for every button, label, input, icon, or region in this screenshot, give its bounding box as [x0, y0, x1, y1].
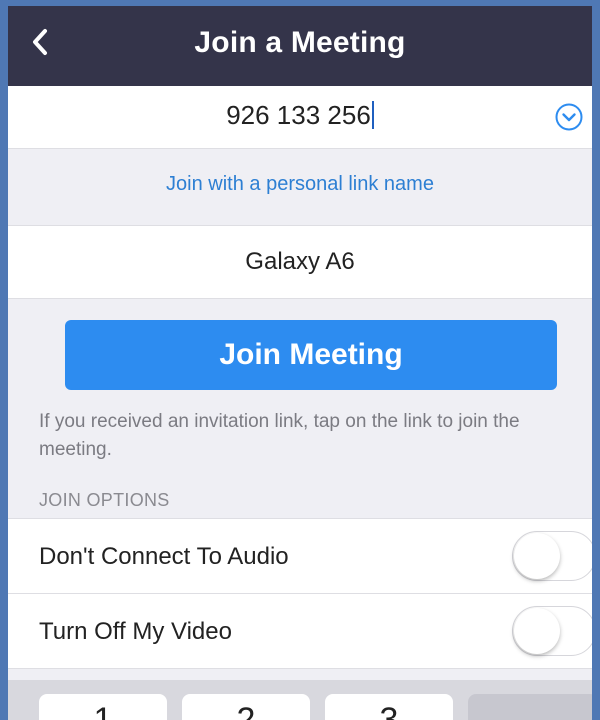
keypad-key-dash[interactable]: — [468, 694, 592, 720]
chevron-down-circle-icon [555, 103, 583, 131]
meeting-history-dropdown-button[interactable] [554, 102, 584, 132]
option-turn-off-video: Turn Off My Video [8, 593, 592, 668]
turn-off-video-toggle[interactable] [512, 606, 592, 656]
invitation-hint-text: If you received an invitation link, tap … [39, 411, 520, 460]
join-with-personal-link-button[interactable]: Join with a personal link name [8, 173, 592, 196]
join-options-list: Don't Connect To Audio Turn Off My Video [8, 518, 592, 669]
option-label: Turn Off My Video [39, 618, 232, 645]
keypad-key-1[interactable]: 1 [39, 694, 167, 720]
personal-link-row: Join with a personal link name [8, 149, 592, 226]
screen-name-field[interactable]: Galaxy A6 [8, 226, 592, 299]
app-frame: Join a Meeting 926 133 256 Join with a p… [0, 0, 600, 720]
keypad-key-2[interactable]: 2 [182, 694, 310, 720]
toggle-knob [514, 608, 560, 654]
option-label: Don't Connect To Audio [39, 543, 289, 570]
join-meeting-button[interactable]: Join Meeting [65, 320, 557, 390]
screen-name-input[interactable]: Galaxy A6 [8, 248, 592, 276]
page-title: Join a Meeting [194, 26, 406, 59]
toggle-knob [514, 533, 560, 579]
keypad-key-3[interactable]: 3 [325, 694, 453, 720]
dont-connect-audio-toggle[interactable] [512, 531, 592, 581]
text-caret [371, 101, 374, 129]
option-dont-connect-audio: Don't Connect To Audio [8, 519, 592, 593]
app-header: Join a Meeting [8, 6, 592, 86]
meeting-id-input[interactable]: 926 133 256 [226, 100, 371, 130]
join-options-heading: JOIN OPTIONS [39, 490, 170, 510]
numeric-keypad: 1 2 3 — [8, 680, 592, 720]
meeting-id-field[interactable]: 926 133 256 [8, 86, 592, 149]
